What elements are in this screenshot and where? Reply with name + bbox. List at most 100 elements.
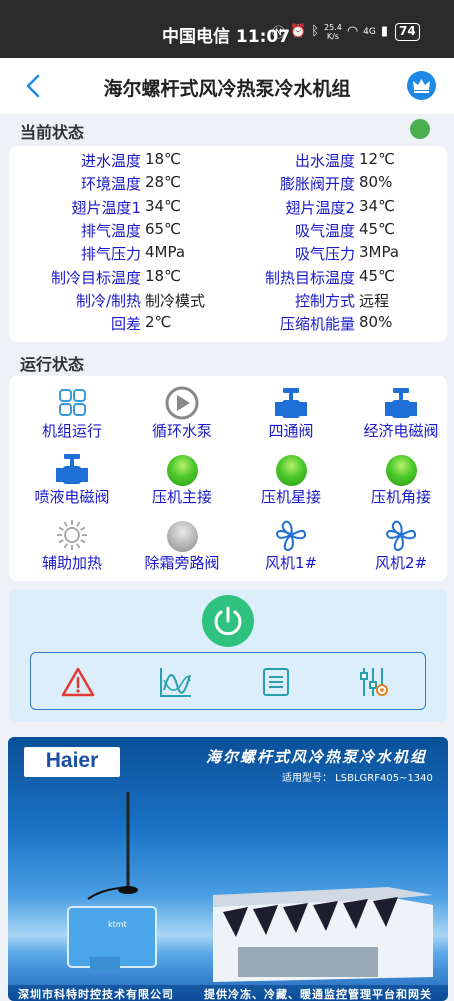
fan-icon: [275, 520, 307, 552]
run-item: 风机1#: [236, 518, 346, 578]
run-status-title: 运行状态: [20, 355, 85, 374]
params-card: 进水温度 18℃ 出水温度 12℃ 环境温度 28℃ 膨胀阀开度 80% 翅片温度1 34℃ 翅片温…: [9, 146, 447, 342]
param-value: 3MPa: [359, 243, 400, 262]
param-value: 制冷模式: [145, 291, 206, 310]
page-title: 海尔螺杆式风冷热泵冷水机组: [103, 78, 351, 100]
param-value: 34℃: [359, 196, 395, 215]
svg-text:ktmt: ktmt: [108, 920, 127, 929]
param-label: 排气温度: [80, 221, 141, 240]
param-value: 远程: [359, 291, 390, 310]
run-item-label: 风机2#: [374, 554, 428, 572]
run-item: 经济电磁阀: [346, 386, 454, 446]
green-ball-icon: [386, 455, 417, 486]
param-value: 4MPa: [145, 243, 186, 262]
power-icon: [214, 606, 242, 636]
param-value: 80%: [359, 173, 393, 192]
param-value: 18℃: [145, 150, 181, 168]
param-label: 制热目标温度: [264, 268, 355, 287]
param-label: 出水温度: [294, 152, 355, 170]
banner-illustration: ktmt: [67, 792, 433, 982]
param-row: 制冷/制热 制冷模式 控制方式 远程: [9, 290, 447, 313]
toolbar: [30, 652, 426, 710]
param-row: 制冷目标温度 18℃ 制热目标温度 45℃: [9, 267, 447, 290]
param-label: 制冷/制热: [75, 291, 141, 310]
haier-logo: Haier: [24, 747, 120, 777]
run-item-label: 机组运行: [41, 422, 102, 440]
fan-icon: [385, 520, 417, 552]
param-label: 翅片温度2: [285, 198, 355, 217]
run-item-label: 喷液电磁阀: [34, 488, 110, 506]
param-row: 排气温度 65℃ 吸气温度 45℃: [9, 220, 447, 243]
battery-icon: 74: [395, 22, 420, 41]
valve-icon: [275, 388, 307, 418]
param-row: 环境温度 28℃ 膨胀阀开度 80%: [9, 173, 447, 196]
param-label: 环境温度: [80, 175, 141, 194]
param-row: 排气压力 4MPa 吸气压力 3MPa: [9, 243, 447, 266]
param-value: 18℃: [145, 266, 181, 285]
nfc-icon: Ⓝ: [272, 26, 286, 41]
param-value: 34℃: [145, 196, 181, 215]
param-label: 排气压力: [80, 245, 141, 264]
banner-title: 海尔螺杆式风冷热泵冷水机组: [206, 748, 428, 766]
power-button[interactable]: [202, 595, 254, 647]
run-item: 辅助加热: [17, 518, 127, 578]
run-item-label: 除霜旁路阀: [144, 554, 220, 572]
green-ball-icon: [167, 455, 198, 486]
carrier-time: 中国电信 11:07: [162, 27, 291, 47]
status-indicator-icon: [410, 119, 430, 139]
sun-icon: [57, 520, 87, 550]
alarm-clock-icon: ⏰: [290, 24, 307, 39]
control-panel: [9, 589, 447, 722]
bluetooth-icon: ᛒ: [311, 24, 320, 39]
run-item-label: 压机星接: [260, 488, 321, 506]
system-status-bar: 中国电信 11:07 Ⓝ ⏰ ᛒ 25.4 K/s ◠ 4G ▮ 74: [0, 0, 454, 58]
app-header: 海尔螺杆式风冷热泵冷水机组: [0, 58, 454, 114]
run-item: 压机主接: [127, 452, 237, 512]
param-label: 吸气压力: [294, 245, 355, 264]
green-ball-icon: [276, 455, 307, 486]
crown-icon[interactable]: [407, 71, 436, 100]
run-item: 除霜旁路阀: [127, 518, 237, 578]
param-row: 回差 2℃ 压缩机能量 80%: [9, 313, 447, 336]
net-speed: 25.4 K/s: [324, 22, 342, 41]
run-status-card: 机组运行 循环水泵 四通阀 经济电磁阀 喷液电磁阀 压机主接 压机星接 压机角接 辅助加热 除霜旁…: [9, 376, 447, 581]
run-item: 喷液电磁阀: [17, 452, 127, 512]
wifi-icon: ◠: [346, 24, 359, 39]
run-item-label: 四通阀: [268, 422, 314, 440]
product-banner[interactable]: Haier 海尔螺杆式风冷热泵冷水机组 适用型号： LSBLGRF405~134…: [8, 737, 448, 1001]
list-icon[interactable]: [258, 665, 294, 699]
current-status-title: 当前状态: [20, 123, 85, 142]
param-label: 控制方式: [294, 291, 355, 310]
grid-icon: [59, 389, 86, 416]
param-row: 翅片温度1 34℃ 翅片温度2 34℃: [9, 197, 447, 220]
param-label: 吸气温度: [294, 221, 355, 240]
signal-bars-icon: ▮: [380, 24, 389, 39]
param-label: 膨胀阀开度: [279, 175, 355, 194]
run-item: 风机2#: [346, 518, 454, 578]
param-label: 压缩机能量: [279, 315, 355, 334]
param-value: 45℃: [359, 219, 395, 238]
signal-icon: 4G: [363, 26, 376, 37]
param-value: 80%: [359, 313, 393, 332]
run-item: 压机角接: [346, 452, 454, 512]
param-label: 回差: [110, 315, 141, 334]
chart-icon[interactable]: [158, 665, 194, 699]
run-item-label: 压机角接: [370, 488, 431, 506]
run-item: 压机星接: [236, 452, 346, 512]
valve-icon: [385, 388, 417, 418]
run-item-label: 风机1#: [264, 554, 318, 572]
run-item: 四通阀: [236, 386, 346, 446]
alarm-icon[interactable]: [60, 665, 96, 699]
param-label: 翅片温度1: [71, 198, 141, 217]
settings-sliders-icon[interactable]: [356, 665, 392, 699]
run-item: 机组运行: [17, 386, 127, 446]
param-label: 进水温度: [80, 152, 141, 170]
param-label: 制冷目标温度: [50, 268, 141, 287]
run-item: 循环水泵: [127, 386, 237, 446]
param-value: 45℃: [359, 266, 395, 285]
run-item-label: 循环水泵: [151, 422, 212, 440]
param-row: 进水温度 18℃ 出水温度 12℃: [9, 150, 447, 173]
param-value: 2℃: [145, 313, 172, 332]
play-circle-icon: [165, 386, 199, 420]
param-value: 28℃: [145, 173, 181, 192]
